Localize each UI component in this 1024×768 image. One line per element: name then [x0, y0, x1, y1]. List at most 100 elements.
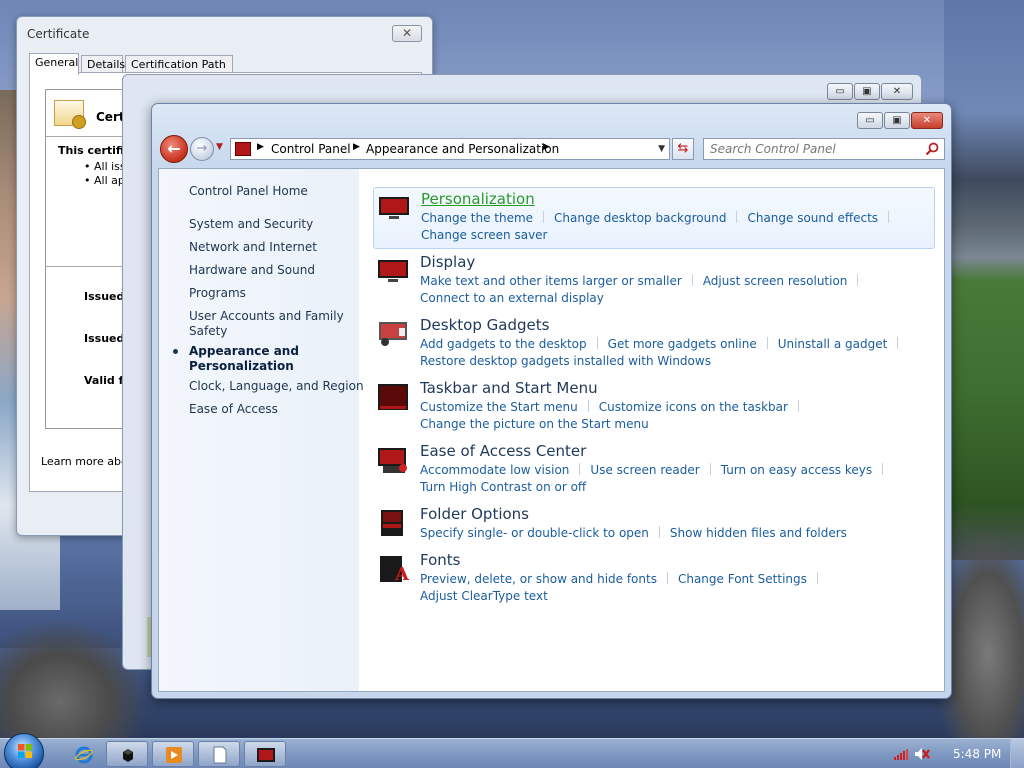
content-area: Control Panel Home System and Security N…: [158, 168, 945, 692]
clock[interactable]: 5:48 PM: [953, 747, 1001, 761]
task-link[interactable]: Change the theme: [421, 211, 533, 225]
separator: [579, 463, 581, 475]
task-link[interactable]: Specify single- or double-click to open: [420, 526, 649, 540]
chevron-right-icon[interactable]: ▶: [543, 142, 550, 152]
category-title[interactable]: Fonts: [420, 551, 460, 569]
minimize-button[interactable]: ▭: [857, 112, 883, 129]
sidebar-item-system-security[interactable]: System and Security: [189, 217, 313, 232]
task-link[interactable]: Make text and other items larger or smal…: [420, 274, 682, 288]
fonts-icon: A: [380, 556, 409, 583]
certificate-titlebar[interactable]: Certificate ✕: [17, 17, 432, 51]
breadcrumb-appearance[interactable]: Appearance and Personalization: [366, 142, 559, 156]
maximize-button[interactable]: ▣: [884, 112, 910, 129]
task-link[interactable]: Connect to an external display: [420, 291, 604, 305]
separator: [709, 463, 711, 475]
show-desktop-button[interactable]: [1010, 739, 1024, 768]
category-title[interactable]: Folder Options: [420, 505, 529, 523]
category-title[interactable]: Ease of Access Center: [420, 442, 586, 460]
task-link[interactable]: Turn on easy access keys: [721, 463, 872, 477]
network-icon[interactable]: [893, 747, 909, 761]
internet-explorer-icon: [75, 746, 93, 764]
monitor-icon: [379, 197, 409, 219]
ease-of-access-icon: [378, 448, 407, 473]
task-link[interactable]: Turn High Contrast on or off: [420, 480, 586, 494]
close-button[interactable]: ✕: [911, 112, 943, 129]
taskbar-document[interactable]: [198, 741, 240, 767]
search-icon[interactable]: [924, 141, 940, 157]
separator: [888, 211, 890, 223]
task-link[interactable]: Change the picture on the Start menu: [420, 417, 649, 431]
black-cube-icon: [123, 749, 133, 762]
sidebar-item-home[interactable]: Control Panel Home: [189, 184, 308, 199]
category-title[interactable]: Display: [420, 253, 475, 271]
separator: [816, 572, 818, 584]
taskbar-program[interactable]: [106, 741, 148, 767]
task-link[interactable]: Uninstall a gadget: [778, 337, 888, 351]
separator: [587, 400, 589, 412]
separator: [897, 337, 899, 349]
taskbar-control-panel[interactable]: [244, 741, 286, 767]
sidebar-item-programs[interactable]: Programs: [189, 286, 246, 301]
document-icon: [213, 746, 227, 764]
task-link[interactable]: Customize the Start menu: [420, 400, 578, 414]
sidebar-item-network[interactable]: Network and Internet: [189, 240, 317, 255]
sidebar-item-user-accounts[interactable]: Safety: [189, 324, 227, 339]
close-button[interactable]: ✕: [881, 83, 913, 100]
search-input[interactable]: [710, 142, 915, 156]
taskbar-icon: [378, 384, 408, 410]
task-link[interactable]: Show hidden files and folders: [670, 526, 847, 540]
task-link[interactable]: Change desktop background: [554, 211, 726, 225]
start-button[interactable]: [4, 733, 44, 768]
category-title[interactable]: Desktop Gadgets: [420, 316, 549, 334]
sidebar-item-clock-region[interactable]: Clock, Language, and Region: [189, 379, 364, 394]
window-caption-buttons: ▭ ▣ ✕: [856, 112, 943, 129]
taskbar-media-player[interactable]: [152, 741, 194, 767]
task-links: Customize the Start menu Customize icons …: [420, 399, 935, 433]
control-panel-icon: [257, 748, 275, 762]
refresh-button[interactable]: ⇆: [672, 138, 694, 160]
windows-logo-icon: [18, 744, 32, 758]
task-link[interactable]: Customize icons on the taskbar: [599, 400, 788, 414]
taskbar-internet-explorer[interactable]: [62, 741, 104, 767]
task-link[interactable]: Accommodate low vision: [420, 463, 569, 477]
separator: [543, 211, 545, 223]
chevron-right-icon[interactable]: ▶: [353, 142, 360, 152]
sidebar-item-appearance[interactable]: Appearance and: [189, 344, 299, 359]
task-link[interactable]: Restore desktop gadgets installed with W…: [420, 354, 711, 368]
current-item-bullet: [173, 349, 178, 354]
separator: [658, 526, 660, 538]
task-link[interactable]: Change sound effects: [747, 211, 878, 225]
minimize-button[interactable]: ▭: [827, 83, 853, 100]
task-link[interactable]: Change screen saver: [421, 228, 548, 242]
sidebar-item-appearance[interactable]: Personalization: [189, 359, 294, 374]
task-link[interactable]: Add gadgets to the desktop: [420, 337, 587, 351]
back-button[interactable]: ←: [160, 135, 188, 163]
task-link[interactable]: Change Font Settings: [678, 572, 807, 586]
sidebar-item-user-accounts[interactable]: User Accounts and Family: [189, 309, 344, 324]
breadcrumb-control-panel[interactable]: Control Panel: [271, 142, 351, 156]
forward-button[interactable]: →: [190, 137, 214, 161]
close-button[interactable]: ✕: [392, 25, 422, 42]
sidebar-item-hardware[interactable]: Hardware and Sound: [189, 263, 315, 278]
task-link[interactable]: Get more gadgets online: [608, 337, 757, 351]
separator: [857, 274, 859, 286]
maximize-button[interactable]: ▣: [854, 83, 880, 100]
task-link[interactable]: Use screen reader: [590, 463, 699, 477]
sidebar-item-ease-of-access[interactable]: Ease of Access: [189, 402, 278, 417]
category-title[interactable]: Taskbar and Start Menu: [420, 379, 598, 397]
recent-pages-dropdown[interactable]: ▼: [216, 142, 223, 152]
tab-general[interactable]: General: [29, 53, 79, 75]
task-link[interactable]: Adjust ClearType text: [420, 589, 548, 603]
chevron-down-icon[interactable]: ▼: [658, 144, 665, 154]
media-player-icon: [166, 747, 182, 763]
task-link[interactable]: Preview, delete, or show and hide fonts: [420, 572, 657, 586]
task-link[interactable]: Adjust screen resolution: [703, 274, 848, 288]
chevron-right-icon[interactable]: ▶: [257, 142, 264, 152]
task-links: Change the theme Change desktop backgroun…: [421, 210, 936, 244]
navigation-pane: Control Panel Home System and Security N…: [159, 169, 364, 691]
certificate-icon: [54, 100, 86, 129]
control-panel-icon: [235, 142, 251, 156]
address-bar[interactable]: ▶ Control Panel ▶ Appearance and Persona…: [230, 138, 670, 160]
volume-muted-icon[interactable]: [914, 747, 930, 761]
category-title[interactable]: Personalization: [421, 190, 535, 208]
